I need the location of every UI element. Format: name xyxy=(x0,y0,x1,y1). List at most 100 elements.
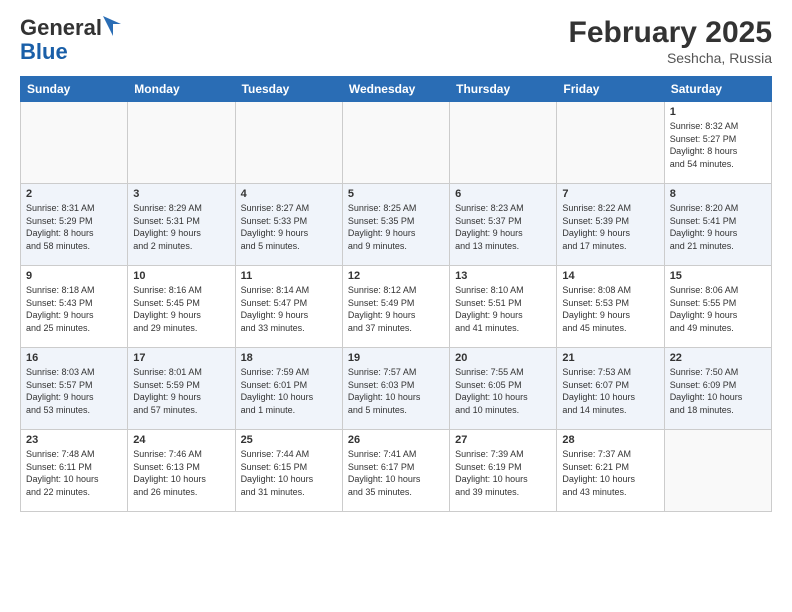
day-info: Sunrise: 7:55 AM Sunset: 6:05 PM Dayligh… xyxy=(455,366,551,416)
day-info: Sunrise: 7:59 AM Sunset: 6:01 PM Dayligh… xyxy=(241,366,337,416)
day-number: 14 xyxy=(562,270,658,282)
day-number: 15 xyxy=(670,270,766,282)
calendar-week-1: 1 Sunrise: 8:32 AM Sunset: 5:27 PM Daylig… xyxy=(21,102,772,184)
calendar-cell xyxy=(235,102,342,184)
day-info: Sunrise: 7:50 AM Sunset: 6:09 PM Dayligh… xyxy=(670,366,766,416)
calendar-cell: 28 Sunrise: 7:37 AM Sunset: 6:21 PM Dayli… xyxy=(557,430,664,512)
calendar-week-4: 16Sunrise: 8:03 AM Sunset: 5:57 PM Dayli… xyxy=(21,348,772,430)
month-year: February 2025 xyxy=(569,16,772,50)
calendar-cell: 7 Sunrise: 8:22 AM Sunset: 5:39 PM Daylig… xyxy=(557,184,664,266)
calendar-cell xyxy=(450,102,557,184)
calendar-cell xyxy=(21,102,128,184)
calendar-cell: 14 Sunrise: 8:08 AM Sunset: 5:53 PM Dayli… xyxy=(557,266,664,348)
calendar-cell: 10 Sunrise: 8:16 AM Sunset: 5:45 PM Dayli… xyxy=(128,266,235,348)
day-number: 17 xyxy=(133,352,229,364)
calendar-cell xyxy=(664,430,771,512)
day-number: 16 xyxy=(26,352,122,364)
calendar-cell: 16Sunrise: 8:03 AM Sunset: 5:57 PM Dayli… xyxy=(21,348,128,430)
day-number: 9 xyxy=(26,270,122,282)
calendar-cell: 22 Sunrise: 7:50 AM Sunset: 6:09 PM Dayli… xyxy=(664,348,771,430)
day-info: Sunrise: 7:46 AM Sunset: 6:13 PM Dayligh… xyxy=(133,448,229,498)
day-number: 7 xyxy=(562,188,658,200)
calendar-cell: 19 Sunrise: 7:57 AM Sunset: 6:03 PM Dayli… xyxy=(342,348,449,430)
day-number: 23 xyxy=(26,434,122,446)
calendar-cell: 2Sunrise: 8:31 AM Sunset: 5:29 PM Daylig… xyxy=(21,184,128,266)
day-number: 19 xyxy=(348,352,444,364)
day-number: 11 xyxy=(241,270,337,282)
day-info: Sunrise: 8:27 AM Sunset: 5:33 PM Dayligh… xyxy=(241,202,337,252)
day-info: Sunrise: 8:12 AM Sunset: 5:49 PM Dayligh… xyxy=(348,284,444,334)
day-info: Sunrise: 8:08 AM Sunset: 5:53 PM Dayligh… xyxy=(562,284,658,334)
day-number: 27 xyxy=(455,434,551,446)
day-info: Sunrise: 7:39 AM Sunset: 6:19 PM Dayligh… xyxy=(455,448,551,498)
calendar-cell: 20Sunrise: 7:55 AM Sunset: 6:05 PM Dayli… xyxy=(450,348,557,430)
calendar-cell: 11 Sunrise: 8:14 AM Sunset: 5:47 PM Dayli… xyxy=(235,266,342,348)
day-number: 4 xyxy=(241,188,337,200)
day-info: Sunrise: 7:57 AM Sunset: 6:03 PM Dayligh… xyxy=(348,366,444,416)
logo-blue: Blue xyxy=(20,39,68,64)
day-number: 28 xyxy=(562,434,658,446)
day-info: Sunrise: 8:01 AM Sunset: 5:59 PM Dayligh… xyxy=(133,366,229,416)
day-number: 10 xyxy=(133,270,229,282)
calendar-cell: 12 Sunrise: 8:12 AM Sunset: 5:49 PM Dayli… xyxy=(342,266,449,348)
calendar-week-2: 2Sunrise: 8:31 AM Sunset: 5:29 PM Daylig… xyxy=(21,184,772,266)
day-number: 25 xyxy=(241,434,337,446)
calendar-cell: 13 Sunrise: 8:10 AM Sunset: 5:51 PM Dayli… xyxy=(450,266,557,348)
day-info: Sunrise: 7:48 AM Sunset: 6:11 PM Dayligh… xyxy=(26,448,122,498)
day-header-friday: Friday xyxy=(557,77,664,102)
calendar-cell xyxy=(342,102,449,184)
page: General Blue February 2025 Seshcha, Russ… xyxy=(0,0,792,612)
day-info: Sunrise: 8:20 AM Sunset: 5:41 PM Dayligh… xyxy=(670,202,766,252)
header: General Blue February 2025 Seshcha, Russ… xyxy=(20,16,772,66)
day-number: 21 xyxy=(562,352,658,364)
calendar-cell: 1 Sunrise: 8:32 AM Sunset: 5:27 PM Daylig… xyxy=(664,102,771,184)
day-info: Sunrise: 8:18 AM Sunset: 5:43 PM Dayligh… xyxy=(26,284,122,334)
day-number: 5 xyxy=(348,188,444,200)
day-header-thursday: Thursday xyxy=(450,77,557,102)
calendar-cell: 15 Sunrise: 8:06 AM Sunset: 5:55 PM Dayli… xyxy=(664,266,771,348)
calendar-header-row: SundayMondayTuesdayWednesdayThursdayFrid… xyxy=(21,77,772,102)
logo-icon xyxy=(103,16,121,36)
day-info: Sunrise: 8:31 AM Sunset: 5:29 PM Dayligh… xyxy=(26,202,122,252)
day-info: Sunrise: 8:29 AM Sunset: 5:31 PM Dayligh… xyxy=(133,202,229,252)
day-number: 12 xyxy=(348,270,444,282)
day-info: Sunrise: 7:41 AM Sunset: 6:17 PM Dayligh… xyxy=(348,448,444,498)
day-header-saturday: Saturday xyxy=(664,77,771,102)
day-header-wednesday: Wednesday xyxy=(342,77,449,102)
day-info: Sunrise: 8:32 AM Sunset: 5:27 PM Dayligh… xyxy=(670,120,766,170)
day-info: Sunrise: 8:16 AM Sunset: 5:45 PM Dayligh… xyxy=(133,284,229,334)
day-info: Sunrise: 7:37 AM Sunset: 6:21 PM Dayligh… xyxy=(562,448,658,498)
logo: General Blue xyxy=(20,16,121,64)
calendar-cell: 5 Sunrise: 8:25 AM Sunset: 5:35 PM Daylig… xyxy=(342,184,449,266)
calendar-cell: 3Sunrise: 8:29 AM Sunset: 5:31 PM Daylig… xyxy=(128,184,235,266)
calendar-cell: 24Sunrise: 7:46 AM Sunset: 6:13 PM Dayli… xyxy=(128,430,235,512)
calendar-week-3: 9 Sunrise: 8:18 AM Sunset: 5:43 PM Daylig… xyxy=(21,266,772,348)
day-info: Sunrise: 8:14 AM Sunset: 5:47 PM Dayligh… xyxy=(241,284,337,334)
day-info: Sunrise: 7:53 AM Sunset: 6:07 PM Dayligh… xyxy=(562,366,658,416)
day-info: Sunrise: 7:44 AM Sunset: 6:15 PM Dayligh… xyxy=(241,448,337,498)
day-number: 18 xyxy=(241,352,337,364)
day-number: 26 xyxy=(348,434,444,446)
calendar-cell: 9 Sunrise: 8:18 AM Sunset: 5:43 PM Daylig… xyxy=(21,266,128,348)
day-info: Sunrise: 8:06 AM Sunset: 5:55 PM Dayligh… xyxy=(670,284,766,334)
calendar: SundayMondayTuesdayWednesdayThursdayFrid… xyxy=(20,76,772,512)
day-info: Sunrise: 8:22 AM Sunset: 5:39 PM Dayligh… xyxy=(562,202,658,252)
day-number: 22 xyxy=(670,352,766,364)
logo-general: General xyxy=(20,16,102,40)
calendar-cell: 25 Sunrise: 7:44 AM Sunset: 6:15 PM Dayli… xyxy=(235,430,342,512)
calendar-cell: 27 Sunrise: 7:39 AM Sunset: 6:19 PM Dayli… xyxy=(450,430,557,512)
day-number: 1 xyxy=(670,106,766,118)
calendar-cell xyxy=(128,102,235,184)
day-number: 8 xyxy=(670,188,766,200)
calendar-cell: 26 Sunrise: 7:41 AM Sunset: 6:17 PM Dayli… xyxy=(342,430,449,512)
day-info: Sunrise: 8:10 AM Sunset: 5:51 PM Dayligh… xyxy=(455,284,551,334)
calendar-cell: 23 Sunrise: 7:48 AM Sunset: 6:11 PM Dayli… xyxy=(21,430,128,512)
calendar-cell: 6 Sunrise: 8:23 AM Sunset: 5:37 PM Daylig… xyxy=(450,184,557,266)
day-info: Sunrise: 8:25 AM Sunset: 5:35 PM Dayligh… xyxy=(348,202,444,252)
day-info: Sunrise: 8:23 AM Sunset: 5:37 PM Dayligh… xyxy=(455,202,551,252)
day-number: 13 xyxy=(455,270,551,282)
calendar-cell: 4 Sunrise: 8:27 AM Sunset: 5:33 PM Daylig… xyxy=(235,184,342,266)
location: Seshcha, Russia xyxy=(569,50,772,66)
title-block: February 2025 Seshcha, Russia xyxy=(569,16,772,66)
day-number: 6 xyxy=(455,188,551,200)
